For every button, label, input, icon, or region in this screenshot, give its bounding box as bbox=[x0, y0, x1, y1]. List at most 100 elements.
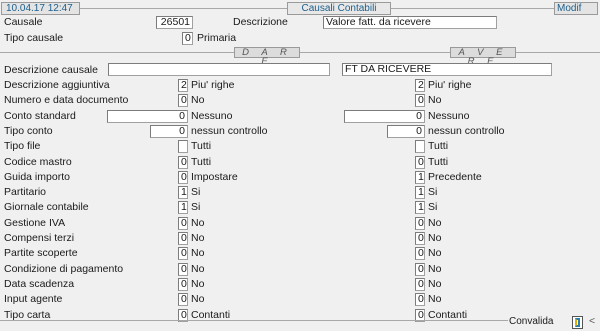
dare-value-field[interactable]: 0 bbox=[178, 232, 188, 245]
avere-desc: No bbox=[428, 278, 442, 290]
descrizione-causale-dare-field[interactable] bbox=[108, 63, 330, 76]
row-label: Compensi terzi bbox=[4, 232, 75, 244]
dare-desc: No bbox=[191, 263, 205, 275]
row-label: Input agente bbox=[4, 293, 63, 305]
dare-value-field[interactable]: 0 bbox=[178, 293, 188, 306]
avere-desc: No bbox=[428, 94, 442, 106]
dare-value-field[interactable]: 0 bbox=[178, 263, 188, 276]
avere-desc: No bbox=[428, 263, 442, 275]
mode-label: Modif bbox=[557, 3, 582, 14]
avere-desc: nessun controllo bbox=[428, 125, 505, 137]
avere-desc: Tutti bbox=[428, 140, 449, 152]
dare-desc: No bbox=[191, 247, 205, 259]
dare-desc: No bbox=[191, 94, 205, 106]
row-label: Descrizione aggiuntiva bbox=[4, 79, 110, 91]
avere-desc: No bbox=[428, 293, 442, 305]
dare-desc: No bbox=[191, 232, 205, 244]
dare-desc: Nessuno bbox=[191, 110, 233, 122]
avere-value-field[interactable]: 0 bbox=[415, 217, 425, 230]
avere-value-field[interactable]: 0 bbox=[415, 94, 425, 107]
tipo-causale-field[interactable]: 0 bbox=[182, 32, 193, 45]
row-label: Partite scoperte bbox=[4, 247, 78, 259]
descrizione-label: Descrizione bbox=[233, 16, 288, 28]
dare-desc: Tutti bbox=[191, 156, 212, 168]
avere-desc: No bbox=[428, 247, 442, 259]
section-divider-right bbox=[516, 52, 600, 53]
dare-value-field[interactable] bbox=[178, 140, 188, 153]
dare-desc: Tutti bbox=[191, 140, 212, 152]
avere-value-field[interactable] bbox=[415, 140, 425, 153]
avere-value-field[interactable]: 0 bbox=[387, 125, 425, 138]
avere-desc: Tutti bbox=[428, 156, 449, 168]
dare-value-field[interactable]: 1 bbox=[178, 201, 188, 214]
dare-desc: No bbox=[191, 278, 205, 290]
row-label: Tipo conto bbox=[4, 125, 53, 137]
date-time: 10.04.17 12:47 bbox=[6, 3, 73, 14]
dare-section-header: D A R E bbox=[234, 47, 300, 66]
dare-value-field[interactable]: 0 bbox=[107, 110, 188, 123]
top-divider-left bbox=[80, 8, 287, 9]
tipo-causale-desc: Primaria bbox=[197, 32, 237, 44]
convalida-label: Convalida bbox=[509, 316, 554, 327]
date-time-box: 10.04.17 12:47 bbox=[1, 2, 80, 15]
avere-value-field[interactable]: 0 bbox=[415, 263, 425, 276]
avere-value-field[interactable]: 0 bbox=[415, 247, 425, 260]
row-label: Gestione IVA bbox=[4, 217, 66, 229]
tipo-causale-label: Tipo causale bbox=[4, 32, 64, 44]
avere-value-field[interactable]: 0 bbox=[415, 293, 425, 306]
row-label: Codice mastro bbox=[4, 156, 72, 168]
dare-value-field[interactable]: 0 bbox=[178, 94, 188, 107]
descrizione-causale-avere-field[interactable]: FT DA RICEVERE bbox=[342, 63, 552, 76]
row-label: Tipo file bbox=[4, 140, 41, 152]
descrizione-field[interactable]: Valore fatt. da ricevere bbox=[323, 16, 497, 29]
avere-desc: No bbox=[428, 232, 442, 244]
avere-value-field[interactable]: 0 bbox=[415, 278, 425, 291]
section-divider-mid bbox=[300, 52, 450, 53]
dare-value-field[interactable]: 0 bbox=[178, 217, 188, 230]
row-label: Guida importo bbox=[4, 171, 70, 183]
dare-value-field[interactable]: 0 bbox=[178, 278, 188, 291]
causale-field[interactable]: 26501 bbox=[156, 16, 193, 29]
top-divider-right bbox=[391, 8, 554, 9]
section-divider-left bbox=[0, 52, 234, 53]
dare-value-field[interactable]: 0 bbox=[150, 125, 188, 138]
dare-desc: Piu' righe bbox=[191, 79, 235, 91]
dare-value-field[interactable]: 0 bbox=[178, 171, 188, 184]
dare-value-field[interactable]: 0 bbox=[178, 156, 188, 169]
window-title-box: Causali Contabili bbox=[287, 2, 391, 15]
dare-desc: No bbox=[191, 293, 205, 305]
bottom-divider bbox=[0, 320, 508, 321]
avere-value-field[interactable]: 1 bbox=[415, 186, 425, 199]
descrizione-causale-label: Descrizione causale bbox=[4, 64, 98, 76]
avere-value-field[interactable]: 0 bbox=[415, 156, 425, 169]
avere-desc: Si bbox=[428, 201, 438, 213]
row-label: Data scadenza bbox=[4, 278, 75, 290]
dare-value-field[interactable]: 2 bbox=[178, 79, 188, 92]
avere-value-field[interactable]: 2 bbox=[415, 79, 425, 92]
avere-value-field[interactable]: 0 bbox=[344, 110, 425, 123]
avere-value-field[interactable]: 0 bbox=[415, 232, 425, 245]
row-label: Partitario bbox=[4, 186, 47, 198]
avere-desc: Piu' righe bbox=[428, 79, 472, 91]
dare-desc: No bbox=[191, 217, 205, 229]
dare-value-field[interactable]: 0 bbox=[178, 247, 188, 260]
avere-value-field[interactable]: 1 bbox=[415, 171, 425, 184]
row-label: Giornale contabile bbox=[4, 201, 89, 213]
arrow-icon[interactable]: < bbox=[589, 314, 595, 328]
avere-desc: Precedente bbox=[428, 171, 482, 183]
avere-desc: No bbox=[428, 217, 442, 229]
dare-desc: Si bbox=[191, 201, 201, 213]
convalida-button[interactable] bbox=[572, 316, 583, 329]
row-label: Condizione di pagamento bbox=[4, 263, 124, 275]
dare-desc: Impostare bbox=[191, 171, 238, 183]
avere-section-header: A V E R E bbox=[450, 47, 516, 66]
convalida-icon bbox=[575, 318, 580, 327]
row-label: Numero e data documento bbox=[4, 94, 129, 106]
avere-desc: Si bbox=[428, 186, 438, 198]
window-title: Causali Contabili bbox=[301, 3, 377, 14]
mode-indicator: Modif bbox=[554, 2, 598, 15]
dare-value-field[interactable]: 1 bbox=[178, 186, 188, 199]
row-label: Conto standard bbox=[4, 110, 76, 122]
dare-desc: nessun controllo bbox=[191, 125, 268, 137]
avere-value-field[interactable]: 1 bbox=[415, 201, 425, 214]
